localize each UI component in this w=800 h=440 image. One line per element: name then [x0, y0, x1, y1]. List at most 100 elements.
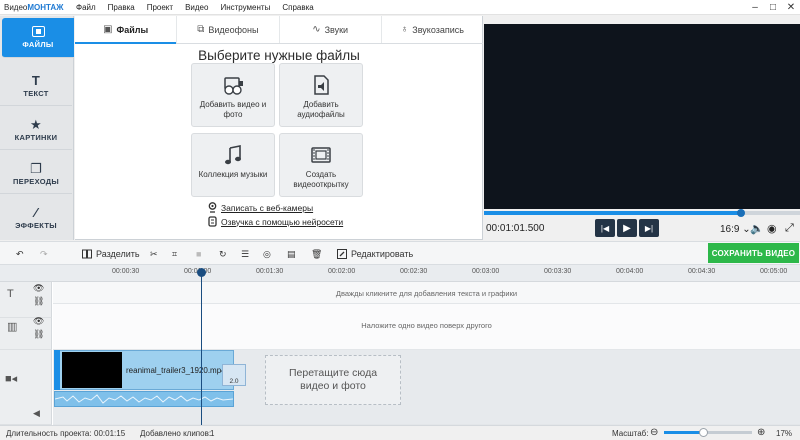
overlay-track-header: ▥ 👁 ⛓: [0, 316, 52, 350]
menu-tools[interactable]: Инструменты: [220, 3, 270, 12]
add-video-photo-button[interactable]: Добавить видео и фото: [191, 63, 275, 127]
app-logo: ВидеоМОНТАЖ: [4, 2, 64, 12]
text-track-header: T 👁 ⛓: [0, 282, 52, 318]
menu-file[interactable]: Файл: [76, 3, 96, 12]
eye-icon[interactable]: 👁: [33, 283, 44, 294]
webcam-record-link[interactable]: Записать с веб-камеры: [208, 202, 313, 213]
create-video-card-button[interactable]: Создать видеооткрытку: [279, 133, 363, 197]
ruler-label: 00:02:00: [328, 268, 356, 275]
music-collection-button[interactable]: Коллекция музыки: [191, 133, 275, 197]
main-track-header: ■◂ ◀: [0, 350, 52, 425]
overlay-track-hint: Наложите одно видео поверх другого: [361, 321, 492, 330]
aspect-ratio-select[interactable]: 16:9 ⌄: [720, 224, 751, 235]
audio-waveform[interactable]: [54, 391, 234, 407]
waveform-icon: ∿: [312, 24, 321, 35]
text-track-hint: Дважды кликните для добавления текста и …: [335, 289, 518, 298]
adjust-icon[interactable]: ☰: [241, 242, 249, 266]
zoom-in-icon[interactable]: ⊕: [757, 427, 765, 438]
previous-frame-button[interactable]: |◀: [595, 219, 615, 237]
volume-icon[interactable]: 🔈: [750, 222, 764, 235]
drop-zone[interactable]: Перетащите сюда видео и фото: [265, 355, 401, 405]
link-icon[interactable]: ⛓: [33, 296, 44, 307]
overlay-track[interactable]: Наложите одно видео поверх другого: [53, 304, 800, 350]
snapshot-icon[interactable]: ◉: [767, 222, 777, 235]
tab-bar: ▣ Файлы ⧉ Видеофоны ∿ Звуки ♁ Звукозапись: [75, 16, 483, 44]
ruler-label: 00:04:30: [688, 268, 716, 275]
tab-files[interactable]: ▣ Файлы: [75, 16, 178, 44]
undo-icon[interactable]: ↶: [16, 242, 24, 266]
sidebar-item-files[interactable]: ФАЙЛЫ: [2, 18, 74, 58]
link-icon[interactable]: ⛓: [33, 329, 44, 340]
microphone-icon: ♁: [400, 24, 409, 35]
clips-value: 1: [210, 429, 215, 438]
crop-icon[interactable]: ⌗: [172, 242, 177, 266]
seek-handle[interactable]: [737, 209, 745, 217]
next-frame-button[interactable]: ▶|: [639, 219, 659, 237]
transition-slot[interactable]: 2.0: [222, 364, 246, 386]
maximize-icon[interactable]: □: [764, 0, 782, 15]
tab-sound-recording[interactable]: ♁ Звукозапись: [382, 16, 483, 43]
skip-back-icon: |◀: [600, 223, 610, 233]
star-icon: ★: [30, 116, 42, 132]
film-icon: ▥: [7, 321, 18, 333]
zoom-slider-handle[interactable]: [699, 428, 708, 437]
save-video-button[interactable]: СОХРАНИТЬ ВИДЕО: [708, 243, 799, 263]
zoom-percent: 17%: [776, 429, 793, 438]
menu-video[interactable]: Видео: [185, 3, 208, 12]
cut-icon[interactable]: ✂: [150, 242, 158, 266]
ruler-label: 00:03:30: [544, 268, 572, 275]
play-button[interactable]: ▶: [617, 219, 637, 237]
sidebar-item-text[interactable]: T ТЕКСТ: [0, 66, 72, 106]
minimize-icon[interactable]: –: [746, 0, 764, 15]
stabilize-icon[interactable]: ◎: [263, 242, 271, 266]
playhead[interactable]: [201, 272, 202, 425]
menu-help[interactable]: Справка: [282, 3, 313, 12]
edit-button[interactable]: Редактировать: [337, 242, 413, 266]
ruler-label: 00:04:00: [616, 268, 644, 275]
sidebar-item-effects[interactable]: ⁄ ЭФФЕКТЫ: [0, 198, 72, 238]
webcam-icon: [208, 202, 217, 213]
clip-trim-handle[interactable]: [54, 350, 60, 390]
files-icon: [31, 26, 45, 37]
tab-sounds[interactable]: ∿ Звуки: [280, 16, 382, 43]
audio-file-icon: [314, 75, 329, 95]
add-audio-files-button[interactable]: Добавить аудиофайлы: [279, 63, 363, 127]
edit-toolbar: ↶ ↷ Разделить ✂ ⌗ ■ ↻ ☰ ◎ ▤ 🗑 Редактиров…: [0, 241, 800, 265]
sidebar-item-transitions[interactable]: ❐ ПЕРЕХОДЫ: [0, 154, 72, 194]
zoom-slider-fill: [664, 431, 704, 434]
zoom-out-icon[interactable]: ⊖: [650, 427, 658, 438]
timeline-ruler[interactable]: 00:00:30 00:01:00 00:01:30 00:02:00 00:0…: [0, 265, 800, 282]
ruler-label: 00:02:30: [400, 268, 428, 275]
sidebar-item-pictures[interactable]: ★ КАРТИНКИ: [0, 110, 72, 150]
menu-project[interactable]: Проект: [147, 3, 173, 12]
ai-voice-icon: [208, 216, 217, 227]
stop-icon[interactable]: ■: [196, 242, 201, 266]
text-track[interactable]: Дважды кликните для добавления текста и …: [53, 282, 800, 304]
pencil-icon: [337, 249, 347, 259]
menu-bar: ВидеоМОНТАЖ Файл Правка Проект Видео Инс…: [0, 0, 800, 15]
text-icon: T: [7, 288, 14, 300]
speaker-icon[interactable]: ◀: [33, 408, 40, 419]
split-button[interactable]: Разделить: [82, 242, 140, 266]
trash-icon[interactable]: 🗑: [311, 242, 322, 266]
menu-edit[interactable]: Правка: [108, 3, 135, 12]
video-preview[interactable]: [484, 24, 800, 209]
scale-label: Масштаб:: [612, 429, 649, 438]
ai-voiceover-link[interactable]: Озвучка с помощью нейросети: [208, 216, 343, 227]
text-icon: T: [31, 72, 41, 88]
playhead-handle[interactable]: [197, 268, 206, 277]
save-frame-icon[interactable]: ▤: [287, 242, 296, 266]
tab-video-backgrounds[interactable]: ⧉ Видеофоны: [177, 16, 280, 43]
ruler-label: 00:00:30: [112, 268, 140, 275]
eye-icon[interactable]: 👁: [33, 316, 44, 327]
fullscreen-icon[interactable]: ⤢: [785, 222, 794, 235]
rotate-icon[interactable]: ↻: [219, 242, 227, 266]
film-strip-icon: [311, 147, 331, 163]
close-icon[interactable]: ✕: [782, 0, 800, 15]
skip-forward-icon: ▶|: [644, 223, 654, 233]
redo-icon[interactable]: ↷: [40, 242, 48, 266]
waveform-icon: [54, 394, 234, 404]
transitions-icon: ❐: [30, 160, 42, 176]
video-camera-icon: ■◂: [5, 373, 18, 385]
image-icon: ▣: [103, 24, 113, 35]
